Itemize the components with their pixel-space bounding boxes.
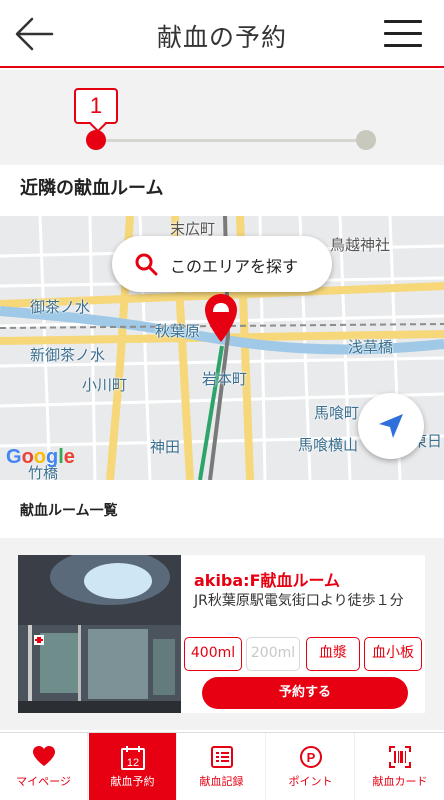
map-label-ochanomizu: 御茶ノ水	[30, 298, 91, 316]
donation-type-chips: 400ml 200ml 血漿 血小板	[184, 637, 424, 671]
point-badge-label: P	[306, 750, 315, 765]
map-label-shin-ochanomizu: 新御茶ノ水	[30, 346, 106, 364]
room-name[interactable]: akiba:F献血ルーム	[194, 567, 340, 591]
calendar-day-label: 12	[126, 757, 138, 769]
navigation-arrow-icon	[379, 414, 403, 438]
nav-item-points[interactable]: P ポイント	[267, 733, 355, 800]
bottom-nav: マイページ 12 献血予約 献血記録 P ポイント 献血カード	[0, 732, 444, 800]
calendar-icon: 12	[120, 746, 145, 770]
map-pin-icon[interactable]	[203, 292, 239, 344]
map-label-bakurocho: 馬喰町	[314, 404, 360, 422]
map-label-asakusabashi: 浅草橋	[348, 338, 394, 356]
room-list-title: 献血ルーム一覧	[20, 503, 118, 519]
room-list-header: 献血ルーム一覧	[0, 480, 444, 538]
nav-label-records: 献血記録	[199, 775, 244, 788]
search-this-area-label: このエリアを探す	[170, 257, 299, 276]
step-dot-inactive	[356, 130, 376, 150]
heart-icon	[32, 746, 55, 766]
chip-plasma: 血漿	[306, 637, 360, 671]
nav-item-donor-card[interactable]: 献血カード	[356, 733, 444, 800]
list-icon	[210, 746, 233, 768]
nav-item-reservation[interactable]: 12 献血予約	[89, 733, 177, 800]
progress-track	[96, 139, 366, 142]
map-label-iwamotocho: 岩本町	[202, 370, 248, 388]
map-label-bakuro-yokoyama: 馬喰横山	[298, 436, 359, 454]
google-logo: Google	[6, 446, 75, 468]
nav-label-donor-card: 献血カード	[372, 775, 428, 788]
nearby-rooms-title: 近隣の献血ルーム	[20, 178, 164, 199]
chip-400ml: 400ml	[184, 637, 242, 671]
map-label-ogawamachi: 小川町	[82, 376, 128, 394]
nav-label-reservation: 献血予約	[110, 775, 155, 788]
current-step-flag: 1	[74, 88, 118, 124]
search-icon	[135, 253, 158, 276]
search-this-area-button[interactable]: このエリアを探す	[112, 236, 332, 292]
nav-item-records[interactable]: 献血記録	[178, 733, 266, 800]
room-card[interactable]: akiba:F献血ルーム JR秋葉原駅電気街口より徒歩１分 400ml 200m…	[18, 555, 425, 713]
map-label-kanda: 神田	[150, 438, 181, 456]
barcode-icon	[389, 746, 411, 768]
map-label-akihabara: 秋葉原	[155, 322, 201, 340]
page-title: 献血の予約	[156, 23, 287, 52]
chip-platelet: 血小板	[364, 637, 422, 671]
nav-label-points: ポイント	[288, 775, 333, 788]
app-header: 献血の予約	[0, 0, 444, 68]
nav-item-mypage[interactable]: マイページ	[0, 733, 88, 800]
hamburger-menu-button[interactable]	[384, 20, 422, 48]
room-access: JR秋葉原駅電気街口より徒歩１分	[194, 593, 404, 609]
room-photo	[18, 555, 181, 713]
reserve-button[interactable]: 予約する	[202, 677, 408, 709]
point-icon: P	[299, 746, 322, 768]
current-location-button[interactable]	[358, 393, 424, 459]
map-label-torigoe: 鳥越神社	[330, 236, 391, 254]
chip-200ml: 200ml	[246, 637, 300, 671]
nav-label-mypage: マイページ	[16, 775, 71, 788]
step-progress: 1	[0, 70, 444, 165]
step-dot-active	[86, 130, 106, 150]
